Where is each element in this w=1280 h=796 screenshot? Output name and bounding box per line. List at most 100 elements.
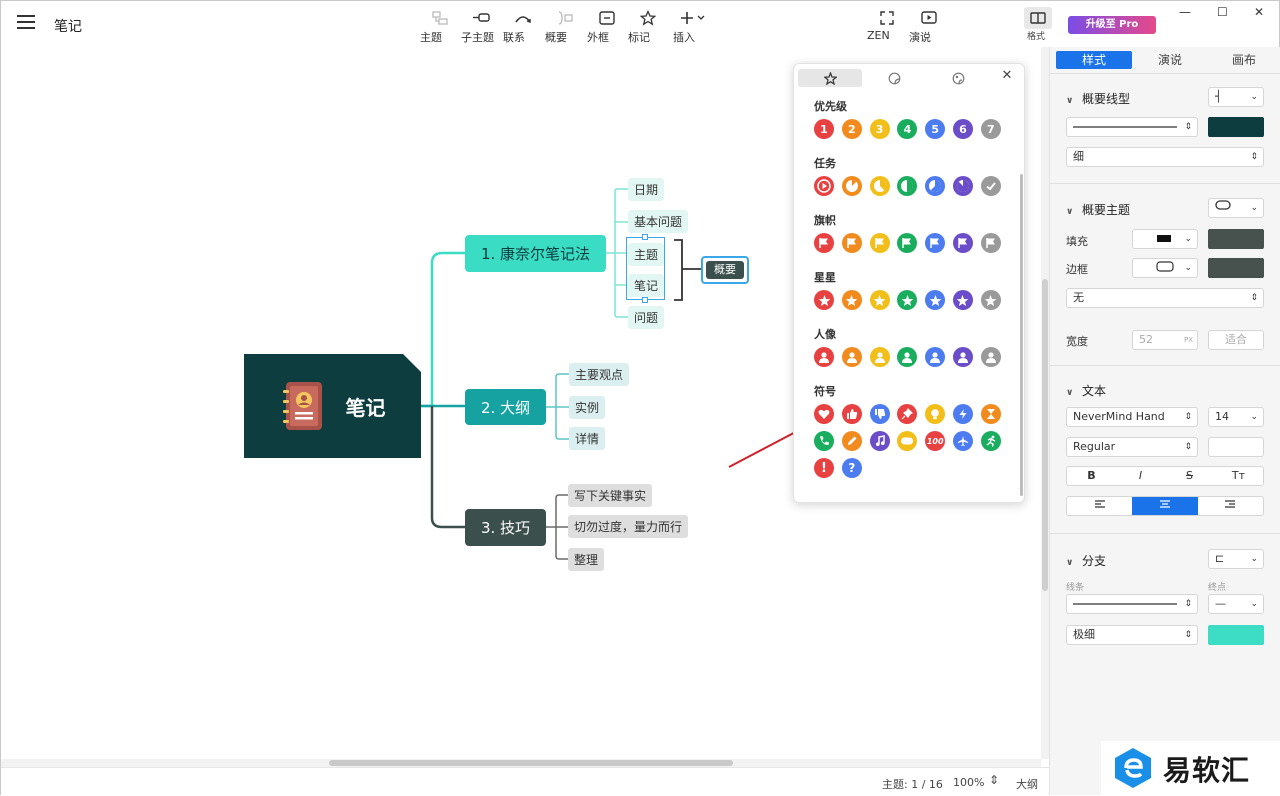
star-green-marker-icon[interactable]	[897, 290, 918, 310]
illustration-tab[interactable]	[926, 69, 990, 87]
star-orange-marker-icon[interactable]	[841, 290, 862, 310]
priority-2-marker-icon[interactable]: 2	[841, 119, 862, 139]
branch-color-swatch[interactable]	[1208, 625, 1264, 645]
symbol-pencil-marker-icon[interactable]	[841, 431, 862, 451]
subtopic-organize[interactable]: 整理	[568, 548, 605, 571]
summary-topic-shape-select[interactable]: ⌄	[1208, 198, 1264, 218]
star-red-marker-icon[interactable]	[814, 290, 834, 310]
symbol-lightning-marker-icon[interactable]	[952, 404, 973, 424]
person-yellow-marker-icon[interactable]	[869, 347, 890, 367]
symbol-music-marker-icon[interactable]	[869, 431, 890, 451]
selection-handle-top[interactable]	[642, 234, 648, 240]
subtopic-details[interactable]: 详情	[569, 427, 606, 450]
symbol-game-marker-icon[interactable]	[897, 431, 918, 451]
outline-view-button[interactable]: 大纲	[1016, 776, 1038, 792]
zoom-level[interactable]: 100%	[953, 776, 984, 789]
branch-cornell-notes[interactable]: 1. 康奈尔笔记法	[465, 235, 606, 272]
maximize-button[interactable]: ☐	[1217, 5, 1228, 19]
symbol-plane-marker-icon[interactable]	[952, 431, 973, 451]
flag-yellow-marker-icon[interactable]	[869, 233, 890, 253]
person-blue-marker-icon[interactable]	[925, 347, 946, 367]
text-color-swatch[interactable]	[1208, 437, 1264, 457]
subtopic-basic-question[interactable]: 基本问题	[628, 210, 689, 233]
horizontal-scroll-thumb[interactable]	[329, 760, 733, 766]
task-3/8-marker-icon[interactable]	[869, 176, 890, 196]
flag-orange-marker-icon[interactable]	[841, 233, 862, 253]
flag-gray-marker-icon[interactable]	[980, 233, 1001, 253]
align-right-button[interactable]	[1198, 497, 1263, 515]
tab-present[interactable]: 演说	[1132, 51, 1208, 69]
panel-scrollbar[interactable]	[1020, 174, 1023, 496]
subtopic-key-facts[interactable]: 写下关键事实	[568, 484, 653, 507]
close-window-button[interactable]: ✕	[1254, 5, 1264, 19]
vertical-scrollbar[interactable]	[1041, 47, 1049, 759]
border-style-select[interactable]: ⌄	[1132, 258, 1198, 278]
flag-purple-marker-icon[interactable]	[952, 233, 973, 253]
section-summary-topic[interactable]: ∨ 概要主题	[1066, 201, 1130, 218]
summary-line-style-select[interactable]: ⇕	[1066, 117, 1198, 137]
text-case-button[interactable]: Tт	[1214, 467, 1263, 485]
symbol-idea-marker-icon[interactable]	[925, 404, 946, 424]
star-gray-marker-icon[interactable]	[980, 290, 1001, 310]
task-1/2-marker-icon[interactable]	[897, 176, 918, 196]
branch-end-select[interactable]: — ⌄	[1208, 594, 1264, 614]
person-red-marker-icon[interactable]	[814, 347, 834, 367]
person-orange-marker-icon[interactable]	[841, 347, 862, 367]
bold-button[interactable]: B	[1067, 467, 1116, 485]
zoom-stepper-icon[interactable]: ⇕	[989, 773, 999, 787]
vertical-scroll-thumb[interactable]	[1042, 279, 1048, 591]
align-center-button[interactable]	[1132, 497, 1198, 515]
priority-1-marker-icon[interactable]: 1	[814, 119, 834, 139]
task-done-marker-icon[interactable]	[980, 176, 1001, 196]
task-7/8-marker-icon[interactable]	[952, 176, 973, 196]
section-branch[interactable]: ∨ 分支	[1066, 552, 1106, 569]
root-topic[interactable]: 笔记	[244, 354, 421, 458]
italic-button[interactable]: I	[1116, 467, 1165, 485]
symbol-phone-marker-icon[interactable]	[814, 431, 834, 451]
horizontal-scrollbar[interactable]	[1, 759, 1041, 767]
branch-tips[interactable]: 3. 技巧	[465, 509, 546, 546]
font-size-select[interactable]: 14 ⌄	[1208, 407, 1264, 427]
subtopic-question[interactable]: 问题	[628, 306, 665, 329]
fill-style-select[interactable]: ⌄	[1132, 229, 1198, 249]
minimize-button[interactable]: —	[1179, 5, 1191, 19]
flag-blue-marker-icon[interactable]	[925, 233, 946, 253]
section-text[interactable]: ∨ 文本	[1066, 382, 1106, 399]
star-yellow-marker-icon[interactable]	[869, 290, 890, 310]
task-0-marker-icon[interactable]	[814, 176, 834, 196]
close-icon[interactable]: ✕	[999, 68, 1015, 84]
align-left-button[interactable]	[1067, 497, 1132, 515]
tab-canvas[interactable]: 画布	[1208, 51, 1280, 69]
symbol-run-marker-icon[interactable]	[980, 431, 1001, 451]
subtopic-moderation[interactable]: 切勿过度，量力而行	[568, 515, 689, 538]
star-purple-marker-icon[interactable]	[952, 290, 973, 310]
person-purple-marker-icon[interactable]	[952, 347, 973, 367]
priority-6-marker-icon[interactable]: 6	[952, 119, 973, 139]
priority-4-marker-icon[interactable]: 4	[897, 119, 918, 139]
summary-topic[interactable]: 概要	[701, 256, 749, 284]
person-gray-marker-icon[interactable]	[980, 347, 1001, 367]
person-green-marker-icon[interactable]	[897, 347, 918, 367]
selection-handle-bottom[interactable]	[642, 297, 648, 303]
task-5/8-marker-icon[interactable]	[925, 176, 946, 196]
symbol-question-marker-icon[interactable]: ?	[841, 458, 862, 478]
border-color-swatch[interactable]	[1208, 258, 1264, 278]
upgrade-pro-button[interactable]: 升级至 Pro	[1068, 16, 1156, 34]
summary-line-weight-select[interactable]: 细 ⇕	[1066, 147, 1264, 167]
branch-weight-select[interactable]: 极细 ⇕	[1066, 625, 1198, 645]
symbol-heart-marker-icon[interactable]	[814, 404, 834, 424]
symbol-100-marker-icon[interactable]: 100	[925, 431, 946, 451]
border-line-select[interactable]: 无 ⇕	[1066, 288, 1264, 308]
summary-line-color-swatch[interactable]	[1208, 117, 1264, 137]
priority-3-marker-icon[interactable]: 3	[869, 119, 890, 139]
tab-style[interactable]: 样式	[1056, 51, 1132, 69]
branch-shape-select[interactable]: ⊏ ⌄	[1208, 549, 1264, 569]
fill-color-swatch[interactable]	[1208, 229, 1264, 249]
marker-tab[interactable]	[798, 69, 862, 87]
strikethrough-button[interactable]: S	[1165, 467, 1214, 485]
star-blue-marker-icon[interactable]	[925, 290, 946, 310]
symbol-exclamation-marker-icon[interactable]: !	[814, 458, 834, 478]
symbol-pin-marker-icon[interactable]	[897, 404, 918, 424]
priority-7-marker-icon[interactable]: 7	[980, 119, 1001, 139]
fit-width-button[interactable]: 适合	[1208, 330, 1264, 350]
